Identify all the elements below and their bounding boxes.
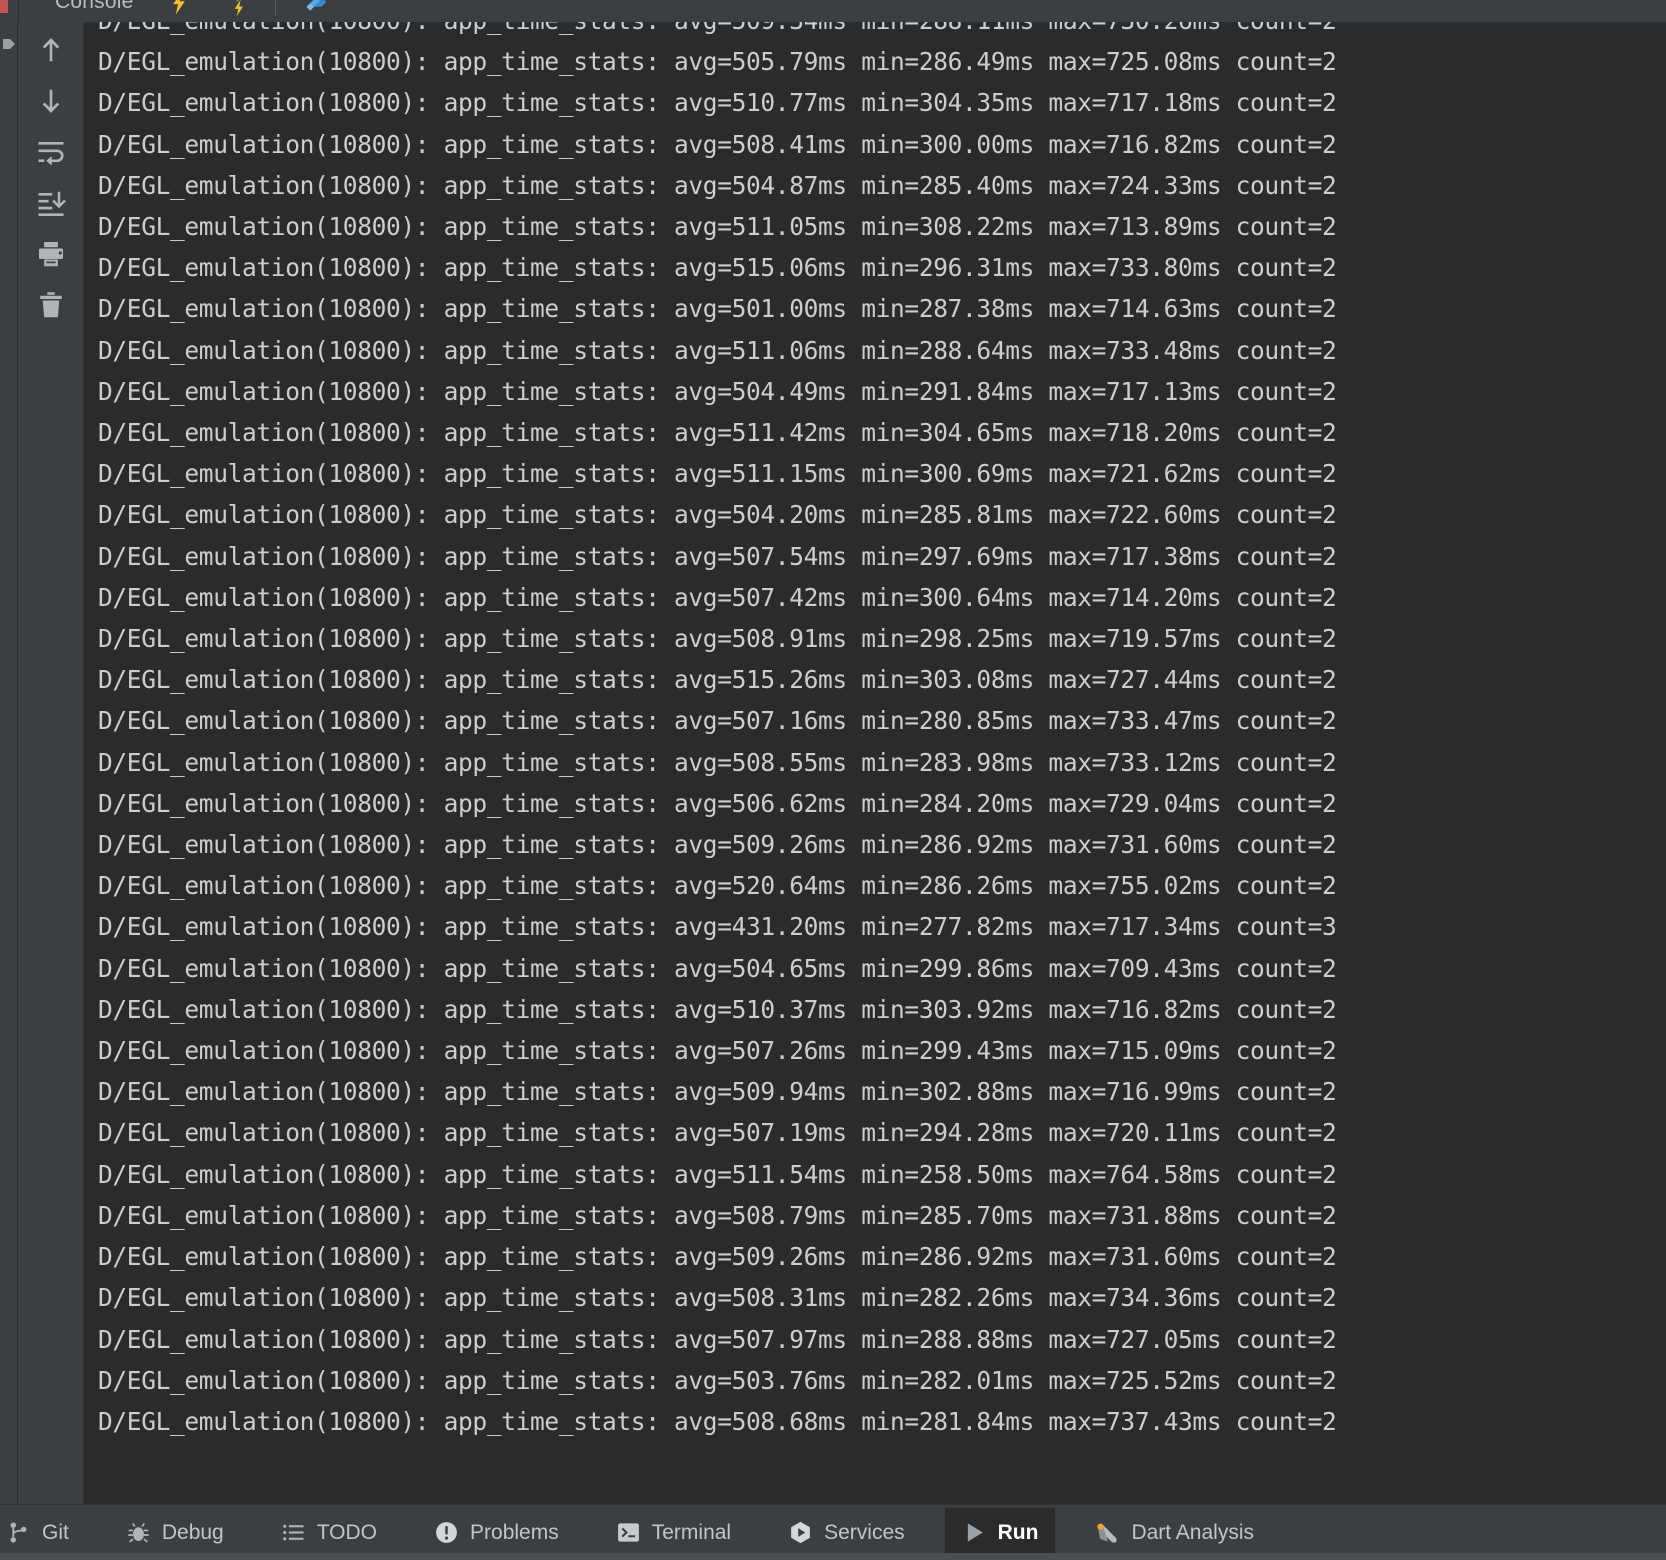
print-icon[interactable] [31, 234, 71, 274]
log-line: D/EGL_emulation(10800): app_time_stats: … [98, 376, 1337, 406]
status-bar-item-dart-analysis[interactable]: Dart Analysis [1078, 1508, 1271, 1557]
status-bar-item-label: Services [824, 1520, 905, 1544]
down-arrow-icon[interactable] [31, 81, 71, 121]
toolbar-divider [18, 0, 19, 22]
log-line: D/EGL_emulation(10800): app_time_stats: … [98, 129, 1337, 159]
log-line: D/EGL_emulation(10800): app_time_stats: … [98, 665, 1337, 695]
status-bar-item-debug[interactable]: Debug [109, 1508, 241, 1557]
log-line: D/EGL_emulation(10800): app_time_stats: … [98, 1118, 1337, 1148]
log-line: D/EGL_emulation(10800): app_time_stats: … [98, 294, 1337, 324]
branch-icon [6, 1520, 31, 1545]
log-line: D/EGL_emulation(10800): app_time_stats: … [98, 459, 1337, 489]
console-output[interactable]: D/EGL_emulation(10800): app_time_stats: … [84, 22, 1666, 1504]
services-play-icon [788, 1520, 813, 1545]
log-line-list: D/EGL_emulation(10800): app_time_stats: … [98, 41, 1666, 1401]
up-arrow-icon[interactable] [31, 30, 71, 70]
bug-icon [126, 1520, 151, 1545]
status-bar-item-label: Dart Analysis [1131, 1520, 1254, 1544]
log-line: D/EGL_emulation(10800): app_time_stats: … [98, 830, 1337, 860]
log-line: D/EGL_emulation(10800): app_time_stats: … [98, 1283, 1337, 1313]
console-toolbar: Console [0, 0, 1666, 22]
log-line: D/EGL_emulation(10800): app_time_stats: … [98, 1200, 1337, 1230]
status-bar-items: Git Debug TODO Problems Terminal Services Run D… [0, 1508, 1271, 1557]
status-bar-item-label: Debug [161, 1520, 224, 1544]
log-line: D/EGL_emulation(10800): app_time_stats: … [98, 747, 1337, 777]
scroll-to-end-icon[interactable] [31, 183, 71, 223]
log-line: D/EGL_emulation(10800): app_time_stats: … [98, 953, 1337, 983]
log-line: D/EGL_emulation(10800): app_time_stats: … [98, 1324, 1337, 1354]
restart-hot-reload-icon[interactable] [220, 0, 248, 17]
dart-icon [1095, 1520, 1120, 1545]
status-bar-item-label: Run [997, 1520, 1039, 1544]
log-line: D/EGL_emulation(10800): app_time_stats: … [98, 22, 1666, 41]
status-bar: Git Debug TODO Problems Terminal Services Run D… [0, 1504, 1666, 1560]
status-bar-item-services[interactable]: Services [771, 1508, 922, 1557]
console-side-toolbar [18, 22, 84, 1504]
toolbar-separator [275, 0, 276, 16]
log-line: D/EGL_emulation(10800): app_time_stats: … [98, 912, 1337, 942]
log-line: D/EGL_emulation(10800): app_time_stats: … [98, 1036, 1337, 1066]
terminal-icon [616, 1520, 641, 1545]
trash-icon[interactable] [31, 285, 71, 325]
play-triangle-icon [962, 1520, 987, 1545]
log-line: D/EGL_emulation(10800): app_time_stats: … [98, 47, 1337, 77]
status-bar-item-git[interactable]: Git [0, 1508, 86, 1557]
ide-window: Console D/EGL_emulation(10800): app_time… [0, 0, 1666, 1560]
list-icon [281, 1520, 306, 1545]
soft-wrap-icon[interactable] [31, 132, 71, 172]
log-line: D/EGL_emulation(10800): app_time_stats: … [98, 706, 1337, 736]
log-line: D/EGL_emulation(10800): app_time_stats: … [98, 1365, 1337, 1395]
log-line: D/EGL_emulation(10800): app_time_stats: … [98, 871, 1337, 901]
log-line: D/EGL_emulation(10800): app_time_stats: … [98, 253, 1337, 283]
log-line: D/EGL_emulation(10800): app_time_stats: … [98, 418, 1337, 448]
log-line: D/EGL_emulation(10800): app_time_stats: … [98, 212, 1337, 242]
log-line: D/EGL_emulation(10800): app_time_stats: … [98, 1159, 1337, 1189]
log-line: D/EGL_emulation(10800): app_time_stats: … [98, 170, 1337, 200]
log-line: D/EGL_emulation(10800): app_time_stats: … [98, 624, 1337, 654]
log-line: D/EGL_emulation(10800): app_time_stats: … [98, 788, 1337, 818]
console-body: D/EGL_emulation(10800): app_time_stats: … [0, 22, 1666, 1504]
status-bar-item-terminal[interactable]: Terminal [599, 1508, 748, 1557]
flutter-inspector-icon[interactable] [303, 0, 331, 17]
expand-arrow-icon[interactable] [1, 36, 17, 58]
log-line: D/EGL_emulation(10800): app_time_stats: … [98, 1077, 1337, 1107]
log-line: D/EGL_emulation(10800): app_time_stats: … [98, 88, 1337, 118]
log-line: D/EGL_emulation(10800): app_time_stats: … [98, 500, 1337, 530]
console-scroll-area[interactable]: D/EGL_emulation(10800): app_time_stats: … [84, 22, 1666, 1504]
rerun-failed-tests-icon[interactable] [165, 0, 193, 17]
status-bar-item-label: Problems [470, 1520, 559, 1544]
log-line: D/EGL_emulation(10800): app_time_stats: … [98, 582, 1337, 612]
log-line: D/EGL_emulation(10800): app_time_stats: … [98, 994, 1337, 1024]
log-line: D/EGL_emulation(10800): app_time_stats: … [98, 541, 1337, 571]
status-bar-item-todo[interactable]: TODO [264, 1508, 394, 1557]
status-bar-item-problems[interactable]: Problems [417, 1508, 576, 1557]
log-line: D/EGL_emulation(10800): app_time_stats: … [98, 1242, 1337, 1272]
tool-window-rail [0, 22, 18, 1504]
error-marker [0, 0, 8, 13]
status-bar-item-label: TODO [316, 1520, 378, 1544]
console-toolbar-icons [165, 0, 331, 18]
log-line: D/EGL_emulation(10800): app_time_stats: … [98, 335, 1337, 365]
tab-console[interactable]: Console [55, 0, 133, 14]
status-bar-item-run[interactable]: Run [944, 1508, 1056, 1557]
log-line: D/EGL_emulation(10800): app_time_stats: … [98, 1406, 1337, 1436]
warning-circle-icon [434, 1520, 459, 1545]
status-bar-item-label: Git [42, 1520, 69, 1544]
status-bar-item-label: Terminal [651, 1520, 732, 1544]
